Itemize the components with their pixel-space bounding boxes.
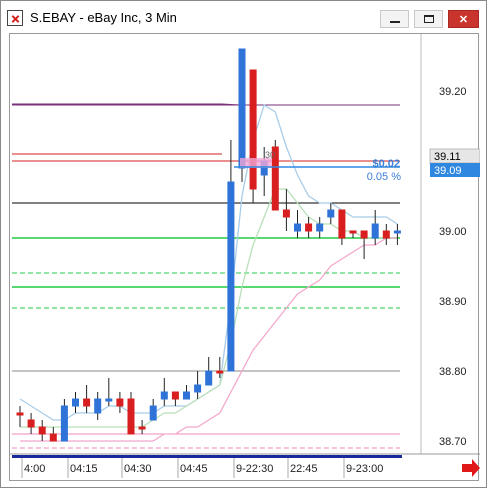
price-tick-label: 38.80 xyxy=(439,366,467,378)
candle-body xyxy=(60,405,68,442)
time-tick-label: 9-22:30 xyxy=(236,463,273,475)
candle-body xyxy=(227,181,235,372)
candle-body xyxy=(349,230,357,234)
price-tick-label: 39.00 xyxy=(439,226,467,238)
candle-body xyxy=(238,48,246,169)
candle-body xyxy=(94,398,102,414)
candles xyxy=(16,48,401,442)
price-tick-label: 38.90 xyxy=(439,296,467,308)
candle-body xyxy=(72,398,79,407)
chart-window: S.EBAY - eBay Inc, 3 Min ✕ $0.02 0.05 % 30… xyxy=(0,0,487,488)
app-icon xyxy=(7,10,23,26)
candle-body xyxy=(327,209,335,218)
candle-body xyxy=(38,426,46,435)
candle-body xyxy=(294,223,301,232)
percent-change-label: 0.05 % xyxy=(367,171,401,183)
candle-body xyxy=(49,433,57,442)
candle-body xyxy=(160,391,168,400)
small-overlay-label: 30 xyxy=(265,150,275,160)
time-tick-label: 04:30 xyxy=(124,463,152,475)
candle-body xyxy=(371,223,379,239)
candle-body xyxy=(149,405,157,421)
time-tick-label: 04:45 xyxy=(180,463,208,475)
horizontal-levels xyxy=(12,103,400,449)
maximize-button[interactable] xyxy=(414,10,443,28)
time-tick-label: 22:45 xyxy=(290,463,318,475)
price-tick-label: 38.70 xyxy=(439,436,467,448)
candle-body xyxy=(305,223,313,232)
price-chart[interactable]: $0.020.05 %30 39.2039.0038.9038.8038.703… xyxy=(10,34,480,482)
candle-body xyxy=(382,230,390,239)
candle-body xyxy=(249,69,257,190)
candle-body xyxy=(282,209,290,218)
last-price-label: 39.11 xyxy=(434,151,461,163)
close-icon: ✕ xyxy=(458,13,469,26)
candle-body xyxy=(338,209,346,239)
minimize-icon xyxy=(389,21,400,23)
candle-body xyxy=(205,370,213,386)
candle-body xyxy=(360,230,368,239)
time-range-bar xyxy=(12,455,402,458)
candle-body xyxy=(171,391,179,400)
maximize-icon xyxy=(423,15,434,23)
chart-area[interactable]: $0.02 0.05 % 30 39.20 39.00 38.90 38.80 38.70 3… xyxy=(9,33,480,482)
time-tick-label: 9-23:00 xyxy=(346,463,383,475)
time-axis: 4:00 04:15 04:30 04:45 9-22:30 22:45 9-23:00 xyxy=(10,453,480,478)
current-price-label: 39.09 xyxy=(434,165,462,177)
candle-body xyxy=(105,398,113,402)
candle-body xyxy=(116,398,124,407)
price-tick-label: 39.20 xyxy=(439,86,467,98)
moving-average-pink xyxy=(20,237,398,442)
minimize-button[interactable] xyxy=(380,10,409,28)
candle-body xyxy=(316,223,324,232)
candle-body xyxy=(194,384,202,393)
candle-body xyxy=(27,419,35,428)
candle-body xyxy=(183,391,190,400)
overlays: $0.020.05 % 30 xyxy=(234,150,401,183)
scroll-right-arrow-icon[interactable] xyxy=(462,459,480,477)
time-tick-label: 04:15 xyxy=(70,463,98,475)
candle-body xyxy=(216,370,224,374)
candle-body xyxy=(138,426,146,430)
title-bar[interactable]: S.EBAY - eBay Inc, 3 Min ✕ xyxy=(1,1,486,32)
close-button[interactable]: ✕ xyxy=(448,10,479,28)
price-change-label: $0.02 xyxy=(372,158,400,170)
candle-body xyxy=(83,398,91,407)
candle-body xyxy=(16,412,24,416)
price-axis: 39.20 39.00 38.90 38.80 38.70 39.11 39.09 xyxy=(420,34,480,454)
candle-body xyxy=(127,398,135,435)
window-title: S.EBAY - eBay Inc, 3 Min xyxy=(30,10,177,25)
candle-body xyxy=(393,230,401,234)
time-tick-label: 4:00 xyxy=(24,463,45,475)
